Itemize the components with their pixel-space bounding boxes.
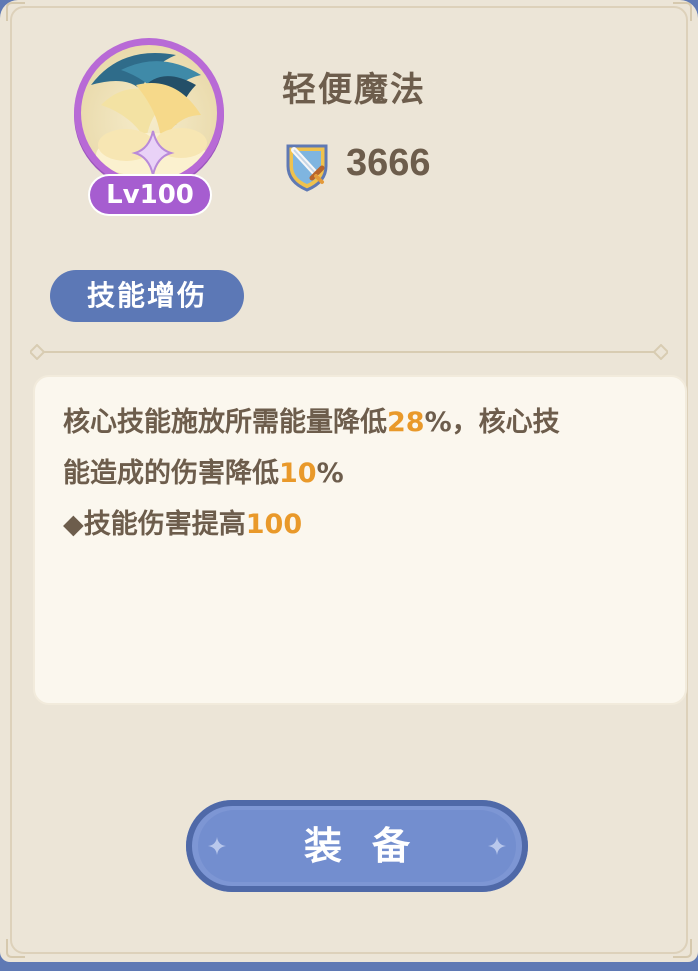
description-box: 核心技能施放所需能量降低28%，核心技 能造成的伤害降低10% ◆技能伤害提高1… — [33, 375, 687, 705]
description-line: 能造成的伤害降低10% — [63, 448, 663, 499]
highlight-value: 28 — [387, 407, 425, 438]
description-line: ◆技能伤害提高100 — [63, 499, 663, 550]
description-text-segment: 能造成的伤害降低 — [63, 458, 279, 489]
description-text-segment: % — [316, 458, 344, 489]
corner-ornament — [4, 0, 26, 22]
highlight-value: 100 — [245, 509, 303, 540]
description-text-segment: 核心技能施放所需能量降低 — [63, 407, 387, 438]
skill-avatar: Lv100 — [74, 38, 224, 216]
skill-name: 轻便魔法 — [282, 70, 426, 110]
skill-detail-panel: Lv100 轻便魔法 3666 技能增伤 核心技能施放所需能量降低28%，核心技… — [0, 0, 698, 962]
equip-button-label: 装备 — [303, 824, 440, 868]
highlight-value: 10 — [279, 458, 317, 489]
description-text-segment: ◆技能伤害提高 — [63, 509, 246, 540]
level-badge: Lv100 — [90, 176, 210, 214]
section-divider — [28, 343, 670, 361]
power-value: 3666 — [346, 142, 431, 184]
skill-tag: 技能增伤 — [50, 270, 244, 322]
equip-button[interactable]: 装备 — [186, 800, 528, 892]
skill-art-icon — [81, 45, 217, 181]
corner-ornament — [672, 938, 694, 960]
corner-ornament — [4, 938, 26, 960]
description-line: 核心技能施放所需能量降低28%，核心技 — [63, 397, 663, 448]
description-text-segment: %，核心技 — [424, 407, 560, 438]
corner-ornament — [672, 0, 694, 22]
sword-shield-icon — [282, 140, 332, 192]
description-text: 核心技能施放所需能量降低28%，核心技 能造成的伤害降低10% ◆技能伤害提高1… — [63, 397, 663, 550]
